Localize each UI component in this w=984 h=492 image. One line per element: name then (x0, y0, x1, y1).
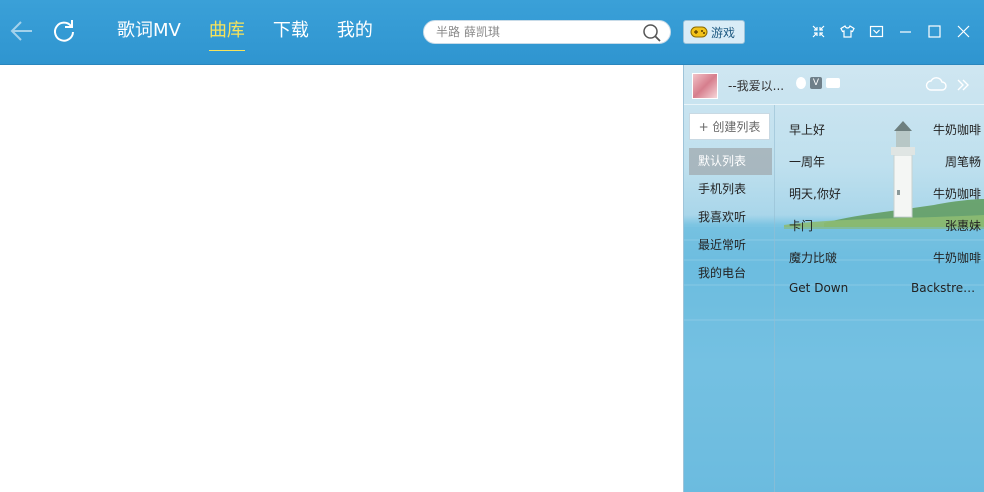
window-controls (804, 20, 978, 42)
sidebar-item-radio[interactable]: 我的电台 (689, 260, 772, 287)
cloud-icon[interactable] (925, 76, 947, 92)
song-row[interactable]: 明天,你好 牛奶咖啡 (776, 177, 981, 209)
sidebar-item-phone-list[interactable]: 手机列表 (689, 176, 772, 203)
song-row[interactable]: Get Down Backstreet Boys (776, 273, 981, 305)
top-bar: 歌词MV 曲库 下载 我的 游戏 (0, 0, 984, 65)
song-row[interactable]: 卡门 张惠妹 (776, 209, 981, 241)
maximize-icon[interactable] (920, 20, 949, 42)
song-title: 早上好 (789, 123, 826, 137)
tab-mine[interactable]: 我的 (337, 18, 373, 48)
song-title: 一周年 (789, 155, 826, 169)
playlist-sidebar: + 创建列表 默认列表 手机列表 我喜欢听 最近常听 我的电台 (684, 105, 775, 492)
search-box (423, 20, 671, 44)
mail-icon[interactable] (826, 78, 840, 88)
song-row[interactable]: 早上好 牛奶咖啡 (776, 113, 981, 145)
song-artist[interactable]: 牛奶咖啡 (911, 249, 981, 266)
skin-icon[interactable] (833, 20, 862, 42)
playlist-panel: --我爱以... V + 创建列表 默认列表 手机列表 我喜欢听 最近常听 我的… (683, 65, 984, 492)
gamepad-icon (690, 26, 708, 38)
sidebar-item-favorites[interactable]: 我喜欢听 (689, 204, 772, 231)
main-tabs: 歌词MV 曲库 下载 我的 (117, 18, 401, 51)
username[interactable]: --我爱以... (728, 77, 784, 94)
sidebar-item-recent[interactable]: 最近常听 (689, 232, 772, 259)
song-title: 明天,你好 (789, 187, 841, 201)
main-content-area (0, 65, 683, 492)
menu-icon[interactable] (862, 20, 891, 42)
tab-download[interactable]: 下载 (273, 18, 309, 48)
song-artist[interactable]: 牛奶咖啡 (911, 185, 981, 202)
minimize-icon[interactable] (891, 20, 920, 42)
avatar[interactable] (692, 73, 718, 99)
diamond-icon[interactable] (796, 77, 806, 89)
tab-lyrics-mv[interactable]: 歌词MV (117, 18, 181, 48)
song-row[interactable]: 魔力比啵 牛奶咖啡 (776, 241, 981, 273)
song-title: 魔力比啵 (789, 251, 838, 265)
song-artist[interactable]: 牛奶咖啡 (911, 121, 981, 138)
close-icon[interactable] (949, 20, 978, 42)
song-title: Get Down (789, 281, 849, 295)
search-input[interactable] (436, 24, 636, 40)
game-button[interactable]: 游戏 (683, 20, 745, 44)
song-artist[interactable]: 张惠妹 (911, 217, 981, 234)
expand-panel-icon[interactable] (956, 78, 970, 92)
sidebar-item-default-list[interactable]: 默认列表 (689, 148, 772, 175)
mini-mode-icon[interactable] (804, 20, 833, 42)
song-list: 早上好 牛奶咖啡 一周年 周笔畅 明天,你好 牛奶咖啡 卡门 张惠妹 魔力比啵 … (776, 113, 981, 305)
tab-library[interactable]: 曲库 (208, 18, 245, 51)
game-label: 游戏 (711, 25, 736, 40)
back-arrow-icon[interactable] (8, 17, 36, 45)
song-artist[interactable]: Backstreet Boys (911, 281, 981, 295)
vip-badge[interactable]: V (810, 77, 822, 89)
create-list-button[interactable]: + 创建列表 (689, 113, 770, 140)
song-title: 卡门 (789, 219, 814, 233)
song-row[interactable]: 一周年 周笔畅 (776, 145, 981, 177)
user-badges: V (796, 77, 840, 89)
song-artist[interactable]: 周笔畅 (911, 153, 981, 170)
refresh-icon[interactable] (50, 17, 78, 45)
user-row: --我爱以... V (684, 65, 984, 105)
search-icon[interactable] (642, 23, 662, 43)
